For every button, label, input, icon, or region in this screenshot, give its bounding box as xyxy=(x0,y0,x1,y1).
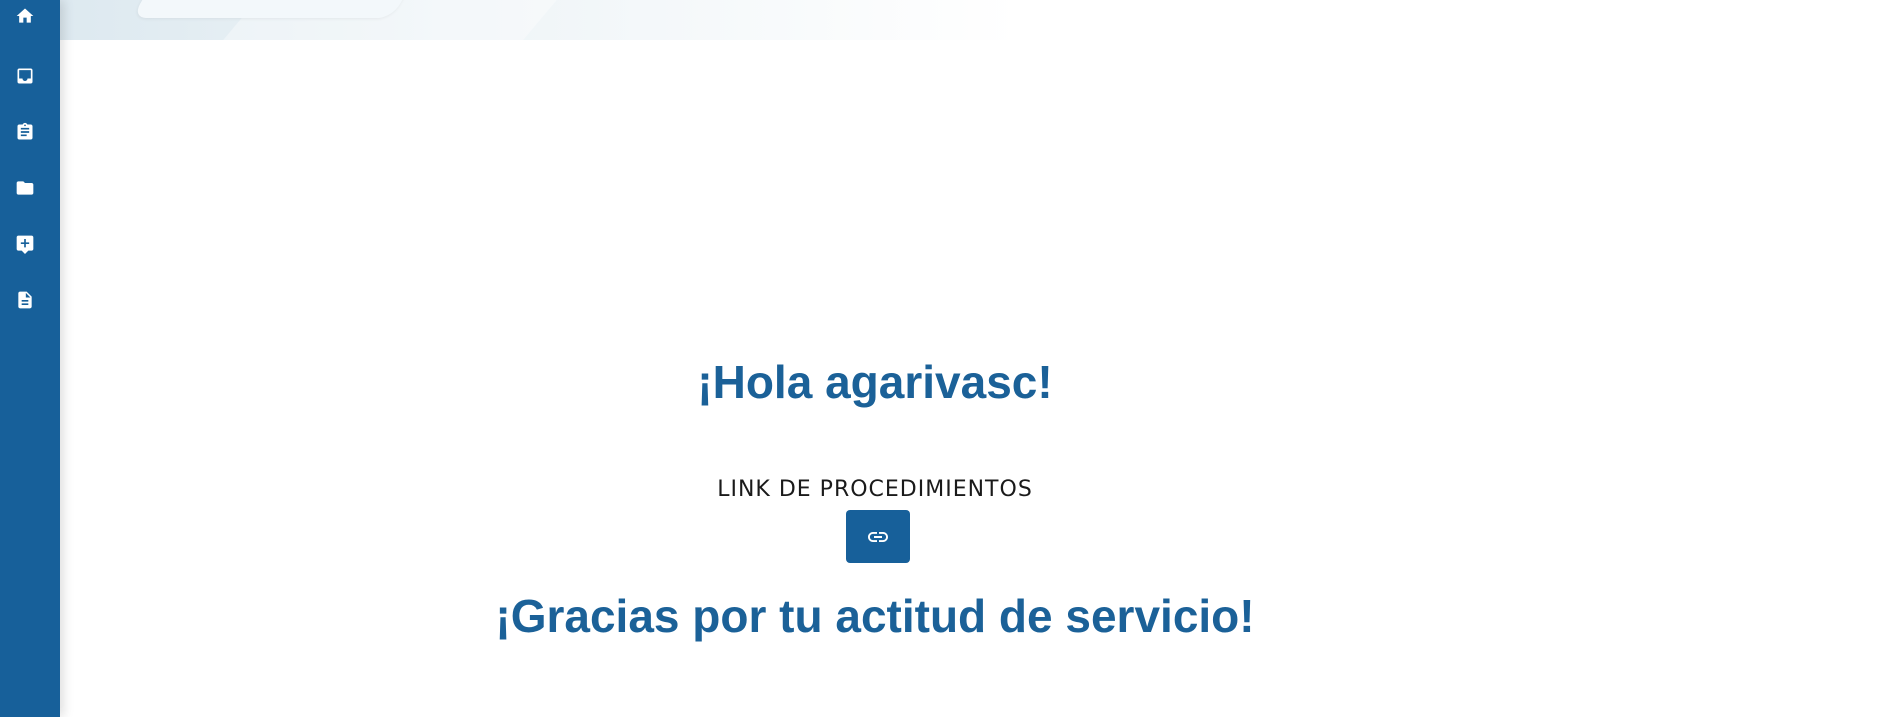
folder-icon xyxy=(16,181,34,195)
procedures-link-button[interactable] xyxy=(846,510,910,563)
clipboard-icon xyxy=(17,122,33,140)
link-label: LINK DE PROCEDIMIENTOS xyxy=(717,477,1033,502)
sidebar-item-inbox[interactable] xyxy=(0,56,50,96)
greeting-heading: ¡Hola agarivasc! xyxy=(697,356,1053,408)
sidebar-item-document[interactable] xyxy=(0,280,50,320)
banner-tab-shape xyxy=(131,0,409,18)
sidebar-item-home[interactable] xyxy=(0,0,50,36)
sidebar-item-add-comment[interactable] xyxy=(0,224,50,264)
inbox-icon xyxy=(17,68,33,84)
sidebar-item-clipboard[interactable] xyxy=(0,112,50,152)
top-banner xyxy=(60,0,1020,40)
sidebar xyxy=(0,0,60,717)
add-comment-icon xyxy=(16,235,34,254)
thanks-heading: ¡Gracias por tu actitud de servicio! xyxy=(495,590,1255,642)
home-icon xyxy=(16,8,34,23)
link-icon xyxy=(868,531,888,542)
app-root: ¡Hola agarivasc! LINK DE PROCEDIMIENTOS … xyxy=(0,0,1882,717)
sidebar-item-folder[interactable] xyxy=(0,168,50,208)
document-icon xyxy=(18,291,32,309)
